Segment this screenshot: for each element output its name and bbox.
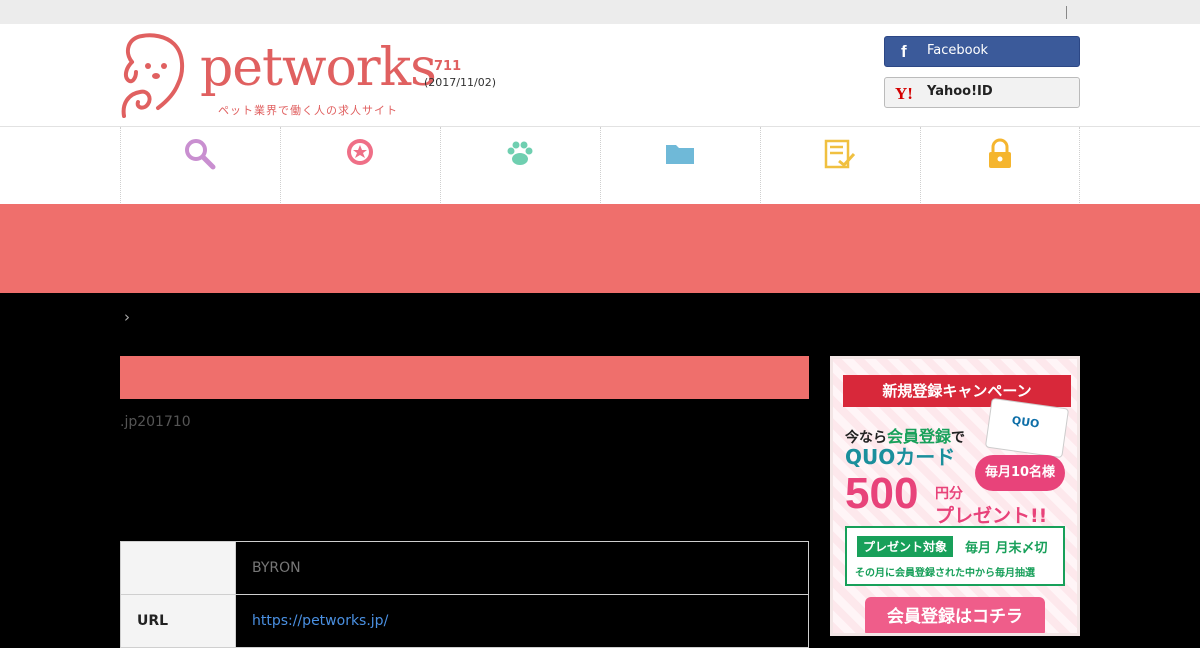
quo-card-image: QUO (984, 397, 1070, 459)
breadcrumb[interactable]: › (124, 308, 130, 326)
nav-item-login[interactable] (920, 127, 1080, 205)
register-cta-button[interactable]: 会員登録はコチラ (865, 597, 1045, 633)
member-count: 711 (434, 59, 462, 74)
brand-tagline: ペット業界で働く人の求人サイト (218, 104, 398, 117)
campaign-banner[interactable]: 新規登録キャンペーン QUO 今なら会員登録で QUOカード 毎月10名様 50… (830, 356, 1080, 636)
campaign-ribbon: 新規登録キャンペーン (843, 375, 1071, 407)
nav-item-folder[interactable] (600, 127, 760, 205)
member-count-date: (2017/11/02) (424, 76, 496, 89)
chevron-right-icon: › (124, 308, 130, 326)
campaign-amount: 500 (845, 469, 919, 518)
yahoo-login-label: Yahoo!ID (927, 84, 993, 99)
info-table: BYRON URL https://petworks.jp/ (120, 541, 809, 648)
campaign-amount-unit: 円分 (935, 486, 963, 502)
facebook-icon: f (901, 42, 907, 61)
yahoo-icon: Y! (895, 84, 913, 103)
search-icon (185, 139, 216, 170)
checklist-icon (824, 139, 856, 169)
site-header: petworks ペット業界で働く人の求人サイト 711 (2017/11/02… (0, 24, 1200, 126)
facebook-login-label: Facebook (927, 43, 989, 58)
site-url-link[interactable]: https://petworks.jp/ (252, 613, 388, 629)
quo-card-text: QUO (1011, 413, 1041, 431)
dog-logo-icon (121, 33, 185, 118)
hero-banner (0, 204, 1200, 293)
campaign-line2: QUOカード (845, 445, 956, 469)
table-row: URL https://petworks.jp/ (120, 594, 809, 648)
table-label: URL (120, 594, 236, 648)
folder-icon (666, 145, 694, 164)
campaign-target-note: その月に会員登録された中から毎月抽選 (855, 568, 1035, 579)
table-value: BYRON (235, 541, 809, 595)
brand-name: petworks (200, 38, 437, 98)
utility-separator (1066, 6, 1067, 19)
nav-item-pets[interactable] (440, 127, 600, 205)
facebook-login-button[interactable]: f Facebook (884, 36, 1080, 67)
top-utility-bar (0, 0, 1200, 24)
nav-item-featured[interactable] (280, 127, 440, 205)
campaign-target-when: 毎月 月末〆切 (965, 541, 1048, 556)
table-label (120, 541, 236, 595)
campaign-target-pill: プレゼント対象 (857, 536, 954, 557)
page-title-bar (120, 356, 809, 399)
main-nav (0, 126, 1200, 205)
nav-item-checklist[interactable] (760, 127, 920, 205)
yahoo-login-button[interactable]: Y! Yahoo!ID (884, 77, 1080, 108)
campaign-present: プレゼント!! (935, 505, 1048, 527)
paw-icon (507, 141, 533, 165)
table-row: BYRON (120, 541, 809, 595)
nav-item-search[interactable] (120, 127, 280, 205)
lock-icon (989, 138, 1011, 168)
badge-star-icon (347, 139, 373, 165)
table-value: https://petworks.jp/ (235, 594, 809, 648)
mail-text: .jp201710 (120, 414, 191, 430)
campaign-terms-box: プレゼント対象 毎月 月末〆切 その月に会員登録された中から毎月抽選 (845, 526, 1065, 586)
campaign-badge: 毎月10名様 (975, 455, 1065, 491)
site-logo[interactable]: petworks ペット業界で働く人の求人サイト (118, 32, 437, 120)
